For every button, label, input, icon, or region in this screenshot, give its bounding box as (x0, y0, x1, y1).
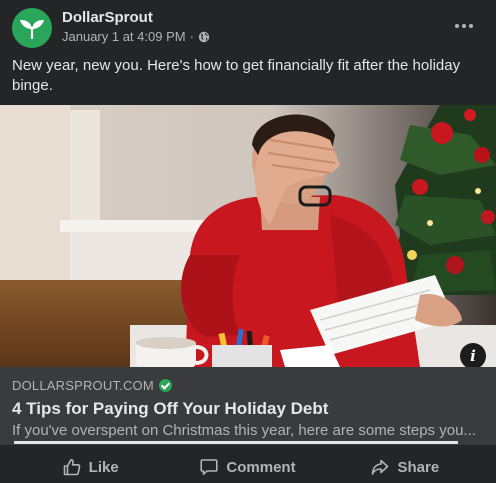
thumbs-up-icon (63, 459, 81, 476)
post-meta: January 1 at 4:09 PM · (62, 29, 210, 44)
share-button[interactable]: Share (327, 452, 484, 482)
share-label: Share (397, 458, 440, 476)
like-button[interactable]: Like (12, 452, 169, 482)
comment-label: Comment (226, 458, 296, 476)
comment-button[interactable]: Comment (169, 452, 326, 482)
verified-check-icon (158, 379, 172, 392)
post-timestamp[interactable]: January 1 at 4:09 PM (62, 29, 186, 44)
page-avatar[interactable] (12, 8, 52, 48)
link-domain-row: DOLLARSPROUT.COM (12, 378, 172, 393)
page-name[interactable]: DollarSprout (62, 9, 153, 26)
link-title[interactable]: 4 Tips for Paying Off Your Holiday Debt (12, 399, 328, 419)
post-header: DollarSprout January 1 at 4:09 PM · (12, 4, 484, 48)
more-dot (469, 24, 473, 28)
link-domain: DOLLARSPROUT.COM (12, 378, 154, 393)
share-arrow-icon (372, 459, 389, 475)
comment-icon (200, 459, 219, 475)
more-options-button[interactable] (452, 14, 476, 38)
info-icon[interactable]: i (460, 343, 486, 367)
post-text: New year, new you. Here's how to get fin… (12, 57, 461, 94)
media-progress-bar (14, 441, 458, 444)
more-dot (462, 24, 466, 28)
stressed-man-photo (0, 105, 496, 367)
meta-separator: · (189, 29, 194, 44)
facebook-post: DollarSprout January 1 at 4:09 PM · New … (0, 0, 496, 483)
more-dot (455, 24, 459, 28)
like-label: Like (88, 458, 119, 476)
post-image[interactable]: i (0, 105, 496, 367)
link-description: If you've overspent on Christmas this ye… (12, 422, 476, 439)
post-actions: Like Comment Share (12, 452, 484, 482)
link-preview-card[interactable]: DOLLARSPROUT.COM 4 Tips for Paying Off Y… (0, 367, 496, 445)
globe-icon (198, 31, 210, 42)
media-progress-fill (14, 441, 458, 444)
sprout-logo-icon (20, 20, 44, 39)
